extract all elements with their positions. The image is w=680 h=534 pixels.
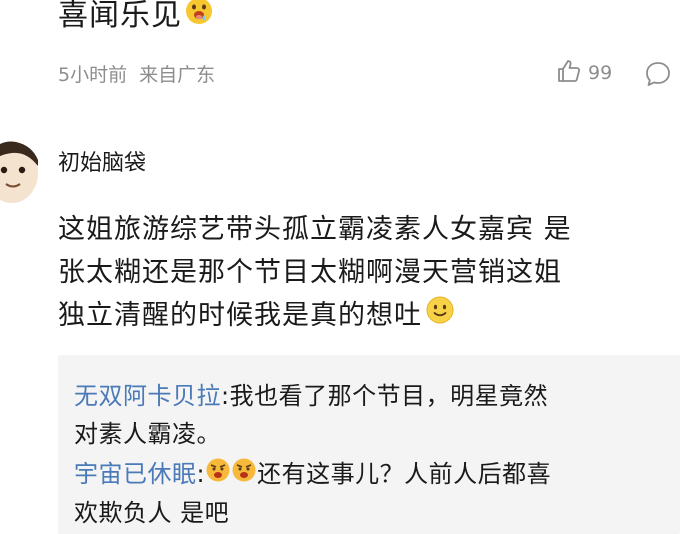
- reply-author[interactable]: 宇宙已休眠: [74, 460, 197, 488]
- comment-body: 这姐旅游综艺带头孤立霸凌素人女嘉宾 是 张太糊还是那个节目太糊啊漫天营销这姐 独…: [58, 208, 678, 338]
- previous-comment-meta: 5小时前 来自广东: [58, 62, 215, 88]
- angry-emoji-icon: [231, 456, 257, 494]
- reply-line: 对素人霸凌。: [74, 420, 221, 448]
- reply-separator: :: [196, 460, 206, 488]
- drool-emoji-icon: [184, 0, 214, 37]
- reply-line: 欢欺负人 是吧: [74, 499, 230, 527]
- timestamp: 5小时前: [58, 64, 128, 86]
- reply-text: 还有这事儿？人前人后都喜: [257, 460, 552, 488]
- like-button[interactable]: 99: [556, 58, 612, 88]
- like-icon: [556, 58, 582, 88]
- reply-item[interactable]: 宇宙已休眠: 还有这事儿？人前人后都喜 欢欺负人 是吧: [74, 455, 551, 532]
- location: 来自广东: [139, 64, 216, 86]
- reply-line: 无双阿卡贝拉:我也看了那个节目，明星竟然: [74, 377, 548, 415]
- angry-emoji-icon: [205, 456, 231, 494]
- comment-username[interactable]: 初始脑袋: [58, 148, 146, 180]
- smile-emoji-icon: [425, 295, 455, 338]
- comment-button[interactable]: [644, 60, 672, 92]
- previous-comment-body: 喜闻乐见: [58, 0, 182, 33]
- like-count: 99: [588, 62, 613, 84]
- replies-box[interactable]: 无双阿卡贝拉:我也看了那个节目，明星竟然 对素人霸凌。 宇宙已休眠: 还有这事儿…: [58, 355, 680, 534]
- avatar[interactable]: [0, 136, 38, 210]
- comment-line-3: 独立清醒的时候我是真的想吐: [58, 294, 678, 338]
- reply-author[interactable]: 无双阿卡贝拉: [74, 382, 221, 410]
- previous-comment-text: 喜闻乐见: [58, 0, 214, 37]
- comment-line-3-text: 独立清醒的时候我是真的想吐: [58, 300, 422, 331]
- reply-line: 宇宙已休眠: 还有这事儿？人前人后都喜: [74, 455, 551, 494]
- comment-line-2: 张太糊还是那个节目太糊啊漫天营销这姐: [58, 257, 562, 288]
- reply-item[interactable]: 无双阿卡贝拉:我也看了那个节目，明星竟然 对素人霸凌。: [74, 377, 548, 453]
- reply-separator: :: [221, 382, 230, 410]
- reply-text: 我也看了那个节目，明星竟然: [229, 382, 549, 410]
- comment-icon: [644, 62, 672, 92]
- comment-line-1: 这姐旅游综艺带头孤立霸凌素人女嘉宾 是: [58, 214, 572, 245]
